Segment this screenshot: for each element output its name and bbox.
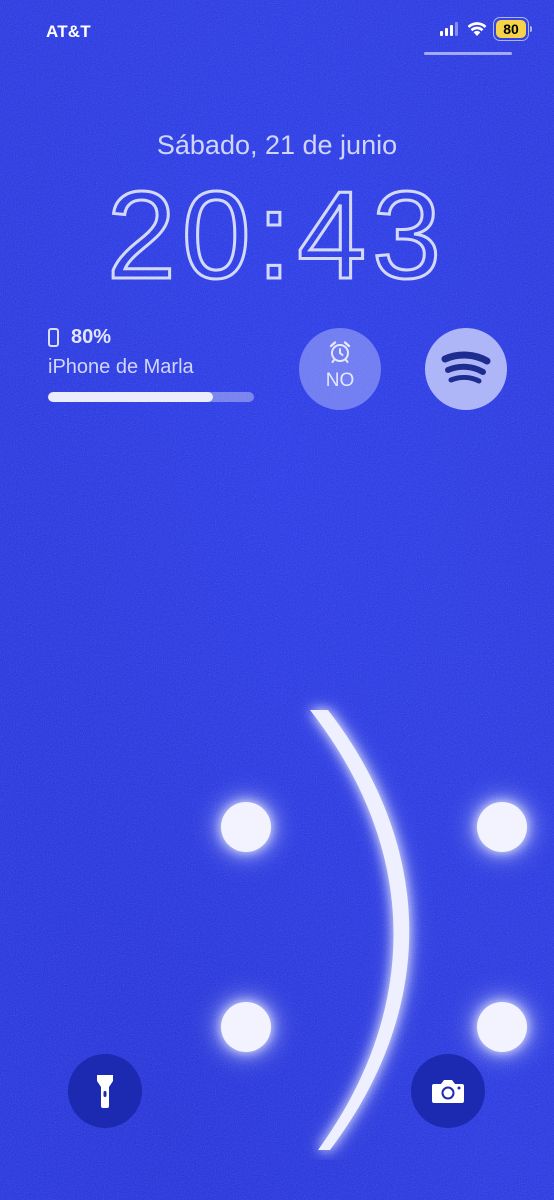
smiley-mouth	[310, 710, 413, 1150]
spotify-widget[interactable]	[425, 328, 507, 410]
flashlight-button[interactable]	[68, 1054, 142, 1128]
smiley-left-eyes	[212, 793, 280, 1061]
clock-time-text: 20:43	[107, 168, 447, 298]
camera-button[interactable]	[411, 1054, 485, 1128]
smiley-right-eyes	[468, 793, 536, 1061]
status-indicators: 80	[440, 17, 532, 41]
battery-outline	[493, 17, 529, 41]
battery-widget-device-name: iPhone de Marla	[48, 356, 194, 378]
alarm-widget-label: NO	[325, 370, 355, 391]
carrier-label: AT&T	[46, 22, 91, 41]
battery-indicator: 80	[493, 17, 532, 41]
alarm-widget[interactable]: NO	[299, 328, 381, 410]
flashlight-icon	[97, 1075, 113, 1108]
battery-widget-percent: 80%	[71, 326, 112, 348]
lock-screen-clock: 20:43	[105, 168, 447, 298]
battery-widget-progress-fill	[48, 392, 213, 402]
cellular-signal-icon	[440, 22, 458, 36]
status-bar-pull-indicator[interactable]	[424, 52, 512, 55]
wifi-icon	[467, 22, 487, 36]
alarm-clock-icon	[329, 341, 351, 363]
spotify-logo-icon	[441, 351, 491, 384]
iphone-icon	[48, 328, 59, 347]
battery-widget-header: 80%	[48, 326, 256, 349]
battery-widget[interactable]: 80% iPhone de Marla	[48, 326, 256, 402]
lock-screen: AT&T 80 Sábado, 21 de junio 20:43 80% iP…	[0, 0, 554, 1200]
battery-widget-progress	[48, 392, 254, 402]
camera-icon	[432, 1080, 464, 1103]
lock-screen-date: Sábado, 21 de junio	[156, 130, 398, 160]
battery-nub	[530, 26, 532, 32]
